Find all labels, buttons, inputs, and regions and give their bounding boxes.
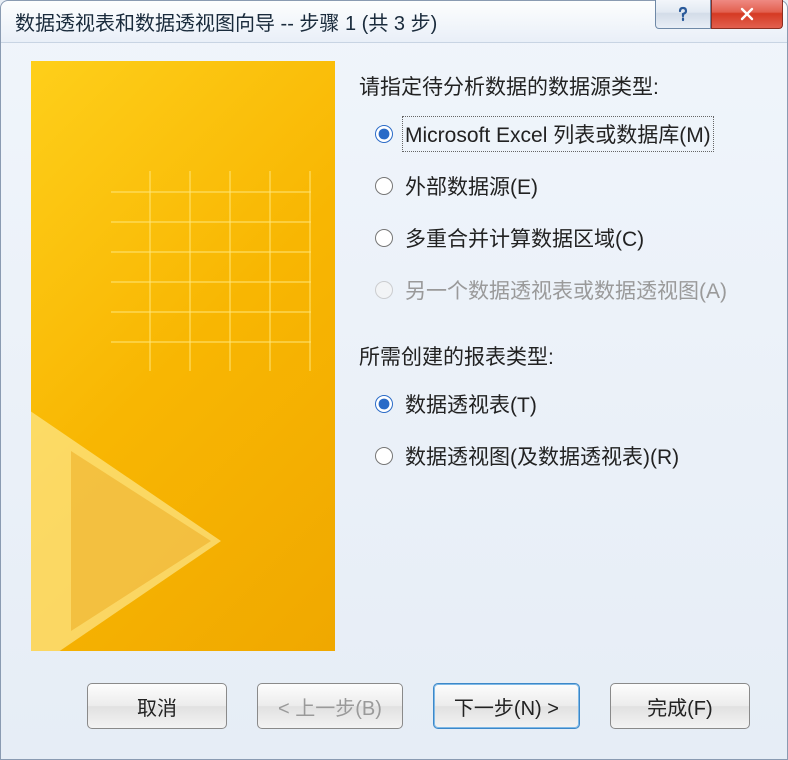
- wizard-illustration: [31, 61, 335, 651]
- source-type-label: 请指定待分析数据的数据源类型:: [359, 71, 757, 101]
- finish-button[interactable]: 完成(F): [610, 683, 750, 729]
- radio-pivot-chart-input[interactable]: [375, 447, 393, 465]
- report-type-group: 数据透视表(T) 数据透视图(及数据透视表)(R): [359, 389, 757, 471]
- radio-multi-input[interactable]: [375, 229, 393, 247]
- radio-another: 另一个数据透视表或数据透视图(A): [375, 275, 757, 305]
- titlebar: 数据透视表和数据透视图向导 -- 步骤 1 (共 3 步): [1, 1, 787, 43]
- radio-another-label: 另一个数据透视表或数据透视图(A): [405, 275, 727, 305]
- radio-excel-label: Microsoft Excel 列表或数据库(M): [405, 119, 711, 149]
- close-button[interactable]: [711, 0, 783, 29]
- help-icon: [674, 5, 692, 23]
- radio-pivot-table-label: 数据透视表(T): [405, 389, 537, 419]
- radio-multi-label: 多重合并计算数据区域(C): [405, 223, 644, 253]
- radio-pivot-table-input[interactable]: [375, 395, 393, 413]
- dialog-title: 数据透视表和数据透视图向导 -- 步骤 1 (共 3 步): [15, 7, 655, 36]
- back-button: < 上一步(B): [257, 683, 403, 729]
- radio-multi[interactable]: 多重合并计算数据区域(C): [375, 223, 757, 253]
- window-controls: [655, 1, 787, 42]
- radio-pivot-chart-label: 数据透视图(及数据透视表)(R): [405, 441, 679, 471]
- dialog-footer: 取消 < 上一步(B) 下一步(N) > 完成(F): [1, 669, 787, 759]
- radio-external[interactable]: 外部数据源(E): [375, 171, 757, 201]
- wizard-dialog: 数据透视表和数据透视图向导 -- 步骤 1 (共 3 步) 请指定待分析数据的数…: [0, 0, 788, 760]
- radio-excel-list[interactable]: Microsoft Excel 列表或数据库(M): [375, 119, 757, 149]
- radio-external-label: 外部数据源(E): [405, 171, 538, 201]
- radio-pivot-table[interactable]: 数据透视表(T): [375, 389, 757, 419]
- radio-pivot-chart[interactable]: 数据透视图(及数据透视表)(R): [375, 441, 757, 471]
- report-type-label: 所需创建的报表类型:: [359, 341, 757, 371]
- radio-excel-input[interactable]: [375, 125, 393, 143]
- next-button[interactable]: 下一步(N) >: [433, 683, 580, 729]
- radio-another-input: [375, 281, 393, 299]
- cancel-button[interactable]: 取消: [87, 683, 227, 729]
- dialog-content: 请指定待分析数据的数据源类型: Microsoft Excel 列表或数据库(M…: [1, 43, 787, 669]
- radio-external-input[interactable]: [375, 177, 393, 195]
- help-button[interactable]: [655, 0, 711, 29]
- form-pane: 请指定待分析数据的数据源类型: Microsoft Excel 列表或数据库(M…: [359, 61, 757, 659]
- close-icon: [738, 5, 756, 23]
- source-type-group: Microsoft Excel 列表或数据库(M) 外部数据源(E) 多重合并计…: [359, 119, 757, 305]
